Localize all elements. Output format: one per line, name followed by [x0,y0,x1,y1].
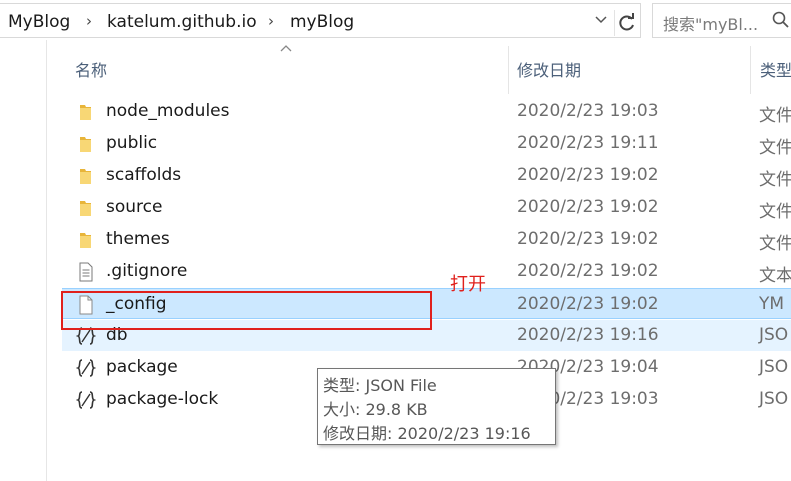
search-icon[interactable] [772,11,790,29]
address-bar-row: MyBlog › katelum.github.io › myBlog 搜索"m… [0,0,791,40]
file-row[interactable]: node_modules 2020/2/23 19:03 文件 [62,96,791,127]
tooltip-type: 类型: JSON File [323,376,437,395]
breadcrumb-myblog[interactable]: MyBlog [8,12,70,32]
file-type: JSO [759,357,789,377]
column-header-type[interactable]: 类型 [760,57,791,81]
file-modified-date: 2020/2/23 19:02 [517,197,659,217]
tooltip-size: 大小: 29.8 KB [323,400,428,419]
file-name: .gitignore [106,261,188,281]
folder-icon [80,201,91,216]
file-row[interactable]: .gitignore 2020/2/23 19:02 文本 [62,256,791,287]
file-type: 文件 [759,138,791,158]
json-file-icon [76,391,96,409]
folder-icon [80,137,91,152]
column-divider[interactable] [750,46,751,94]
file-modified-date: 2020/2/23 19:02 [517,261,659,281]
column-header-modified[interactable]: 修改日期 [517,57,581,81]
file-row[interactable]: source 2020/2/23 19:02 文件 [62,192,791,223]
file-row[interactable]: scaffolds 2020/2/23 19:02 文件 [62,160,791,191]
file-modified-date: 2020/2/23 19:16 [517,325,659,345]
file-name: package [106,357,178,377]
column-divider[interactable] [508,46,509,94]
breadcrumb-separator-icon[interactable]: › [86,12,92,30]
folder-icon [80,233,91,248]
annotation-label: 打开 [450,274,486,295]
breadcrumb-separator-icon[interactable]: › [268,12,274,30]
column-header-name[interactable]: 名称 [75,57,107,81]
file-modified-date: 2020/2/23 19:02 [517,294,659,314]
sort-ascending-icon [280,45,292,52]
file-name: node_modules [106,101,230,121]
file-type: 文件 [759,202,791,222]
file-info-tooltip: 类型: JSON File 大小: 29.8 KB 修改日期: 2020/2/2… [317,368,556,445]
refresh-icon[interactable] [614,10,639,36]
folder-icon [80,169,91,184]
file-name: package-lock [106,389,219,409]
file-row[interactable]: public 2020/2/23 19:11 文件 [62,128,791,159]
file-type: 文件 [759,170,791,190]
search-placeholder: 搜索"myBl... [663,15,759,34]
file-modified-date: 2020/2/23 19:02 [517,165,659,185]
address-bar[interactable]: MyBlog › katelum.github.io › myBlog [0,3,641,38]
file-name: scaffolds [106,165,182,185]
file-type: 文件 [759,234,791,254]
file-name: themes [106,229,170,249]
file-type: JSO [759,389,789,409]
chevron-down-icon[interactable] [594,13,608,27]
file-name: source [106,197,163,217]
file-type: YM [759,294,785,314]
file-row[interactable]: themes 2020/2/23 19:02 文件 [62,224,791,255]
file-modified-date: 2020/2/23 19:11 [517,133,659,153]
file-modified-date: 2020/2/23 19:03 [517,101,659,121]
file-type: JSO [759,325,789,345]
file-name: public [106,133,158,153]
folder-icon [80,105,91,120]
breadcrumb-katelum[interactable]: katelum.github.io [107,12,257,32]
breadcrumb-myblog-current[interactable]: myBlog [290,12,354,32]
tooltip-modified: 修改日期: 2020/2/23 19:16 [323,424,531,443]
text-file-icon [79,262,93,282]
annotation-highlight-box [61,291,432,330]
search-input[interactable]: 搜索"myBl... [652,3,791,38]
navigation-pane-divider[interactable] [46,40,47,481]
json-file-icon [76,359,96,377]
file-modified-date: 2020/2/23 19:02 [517,229,659,249]
file-type: 文件 [759,106,791,126]
file-type: 文本 [759,266,791,286]
